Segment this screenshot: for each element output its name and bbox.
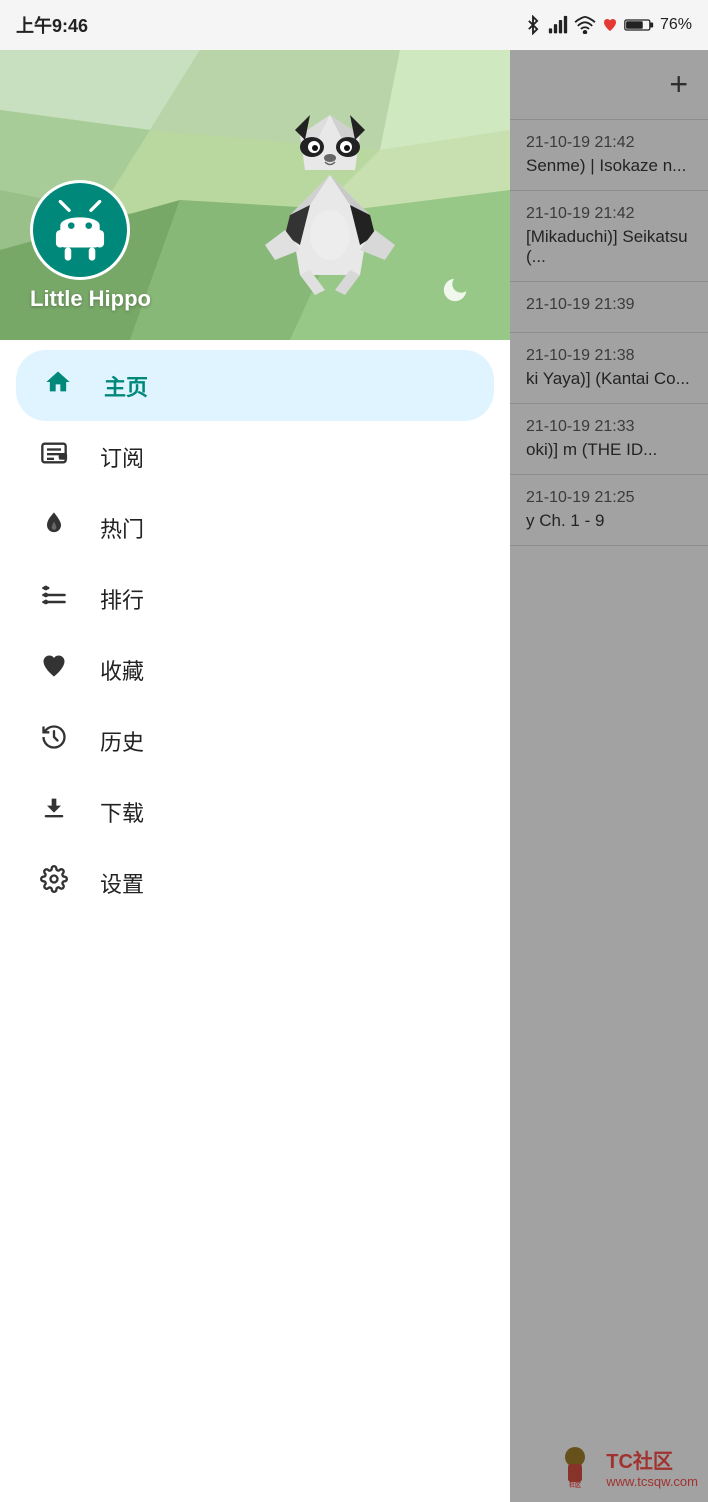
download-icon xyxy=(36,794,72,829)
nav-label-hot: 热门 xyxy=(100,512,144,544)
bluetooth-icon xyxy=(524,15,542,35)
android-icon xyxy=(45,195,115,265)
overlay[interactable] xyxy=(510,50,708,1502)
nav-item-settings[interactable]: 设置 xyxy=(0,847,510,918)
nav-menu: 主页 EH 订阅 xyxy=(0,340,510,1502)
nav-label-settings: 设置 xyxy=(100,867,144,899)
nav-label-home: 主页 xyxy=(104,370,148,402)
nav-item-home[interactable]: 主页 xyxy=(16,350,494,421)
night-mode-icon[interactable] xyxy=(440,275,470,312)
settings-icon xyxy=(36,865,72,900)
drawer: Little Hippo 主页 xyxy=(0,50,510,1502)
drawer-username: Little Hippo xyxy=(30,286,151,312)
ranking-icon xyxy=(36,581,72,616)
signal-icon xyxy=(548,15,568,35)
nav-item-subscribe[interactable]: EH 订阅 xyxy=(0,421,510,492)
status-icons: 76% xyxy=(524,15,692,35)
svg-text:EH: EH xyxy=(60,454,67,459)
favorites-icon xyxy=(36,652,72,687)
main-layout: Little Hippo 主页 xyxy=(0,50,708,1502)
nav-label-subscribe: 订阅 xyxy=(100,441,144,473)
wifi-icon xyxy=(574,16,596,34)
nav-item-history[interactable]: 历史 xyxy=(0,705,510,776)
heart-indicator-icon xyxy=(602,17,618,33)
nav-item-favorites[interactable]: 收藏 xyxy=(0,634,510,705)
nav-item-ranking[interactable]: 排行 xyxy=(0,563,510,634)
history-icon xyxy=(36,723,72,758)
subscribe-icon: EH xyxy=(36,439,72,474)
right-panel: + 21-10-19 21:42 Senme) | Isokaze n... 2… xyxy=(510,50,708,1502)
avatar[interactable] xyxy=(30,180,130,280)
nav-label-favorites: 收藏 xyxy=(100,654,144,686)
nav-label-ranking: 排行 xyxy=(100,583,144,615)
nav-item-download[interactable]: 下载 xyxy=(0,776,510,847)
hot-icon xyxy=(36,510,72,545)
drawer-header: Little Hippo xyxy=(0,50,510,340)
nav-label-download: 下载 xyxy=(100,796,144,828)
home-icon xyxy=(40,368,76,403)
battery-percentage: 76% xyxy=(660,16,692,34)
status-bar: 上午9:46 76% xyxy=(0,0,708,50)
nav-label-history: 历史 xyxy=(100,725,144,757)
nav-item-hot[interactable]: 热门 xyxy=(0,492,510,563)
battery-icon xyxy=(624,16,654,34)
status-time: 上午9:46 xyxy=(16,12,88,38)
